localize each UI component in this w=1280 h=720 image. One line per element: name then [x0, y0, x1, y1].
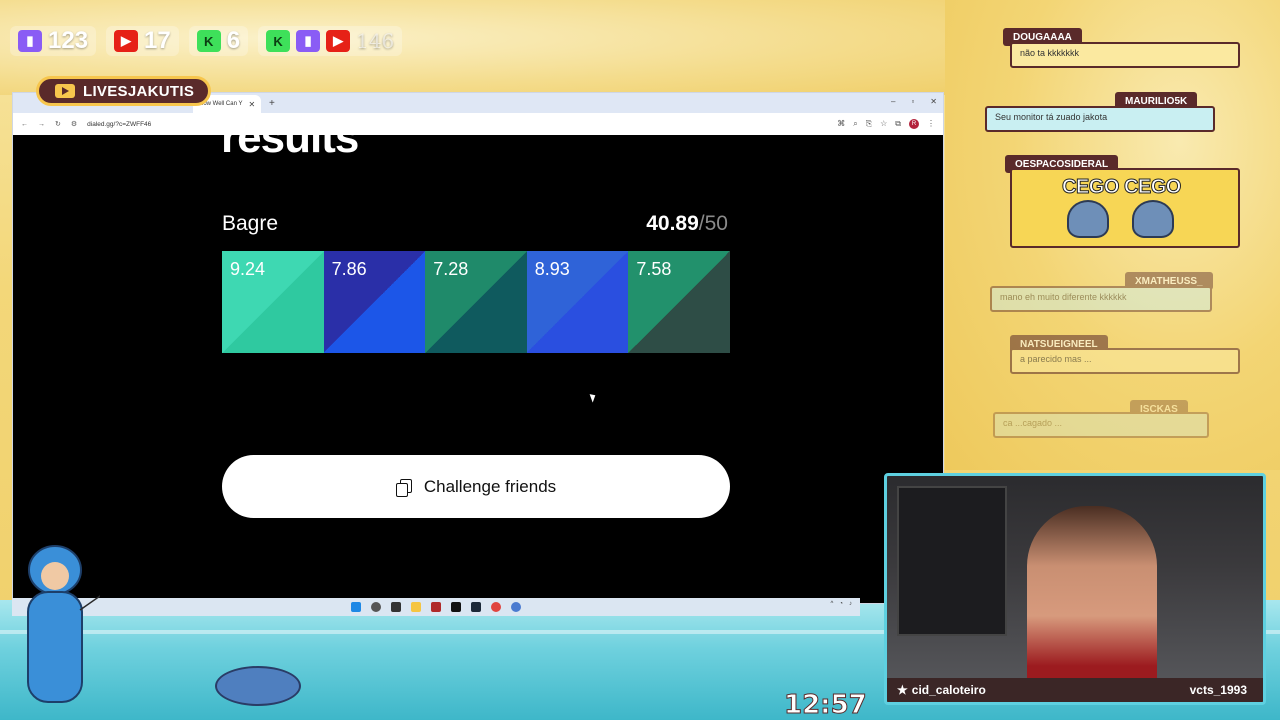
right-name: vcts_1993	[1189, 683, 1247, 697]
webcam-name-bar: ★ cid_caloteiro vcts_1993	[887, 678, 1263, 702]
minimize-button[interactable]: –	[891, 97, 895, 106]
os-taskbar: ^ ◔ ♪	[12, 598, 860, 616]
emote-icon	[1067, 200, 1109, 238]
figure-shelf	[897, 486, 1007, 636]
copy-icon	[395, 478, 412, 497]
toolbar-icons: ⌘ ⌕ ⎘ ☆ ⧉ R ⋮	[837, 119, 935, 129]
youtube-count: 17	[144, 27, 171, 54]
close-tab-icon[interactable]: ✕	[248, 100, 255, 109]
site-info-icon[interactable]: ⚙	[71, 120, 77, 128]
score-max: /50	[698, 212, 728, 235]
live-channel-name: LIVESJAKUTIS	[83, 82, 195, 100]
youtube-icon	[55, 84, 75, 98]
forward-icon[interactable]: →	[38, 121, 45, 128]
emote-icon	[1132, 200, 1174, 238]
zoom-icon[interactable]: ⌕	[853, 119, 857, 129]
twitch-icon: ▮	[296, 30, 321, 52]
twitch-viewers: ▮ 123	[10, 26, 97, 56]
round-score: 7.28	[433, 259, 469, 279]
stream-clock: 12:57	[784, 690, 868, 720]
twitch-count: 123	[48, 27, 89, 54]
task-view-icon[interactable]	[391, 602, 401, 612]
profile-avatar[interactable]: R	[909, 119, 919, 129]
live-channel-badge: LIVESJAKUTIS	[36, 76, 212, 106]
player-name: Bagre	[222, 212, 279, 235]
file-explorer-icon[interactable]	[411, 602, 421, 612]
tiktok-icon[interactable]	[451, 602, 461, 612]
left-name-text: cid_caloteiro	[911, 683, 986, 697]
chat-message: ca ...cagado ...	[993, 412, 1209, 438]
reload-icon[interactable]: ↻	[55, 120, 61, 128]
round-score: 8.93	[534, 259, 570, 279]
score-value: 40.89	[646, 212, 699, 235]
network-icon[interactable]: ◔	[839, 601, 843, 607]
results-page: results Bagre 40.89/50 9.24 7.86 7.28 8.…	[13, 135, 943, 603]
install-icon[interactable]: ⎘	[866, 119, 872, 129]
extensions-icon[interactable]: ⧉	[895, 119, 901, 129]
emote-caption: CEGO CEGO	[1062, 176, 1182, 199]
viewer-stats: ▮ 123 ▶ 17 K 6 K ▮ ▶ 146	[10, 26, 403, 56]
star-icon: ★	[897, 683, 908, 697]
window-controls: – ▫ ✕	[891, 97, 937, 106]
round-tile[interactable]: 9.24	[222, 251, 324, 353]
close-window-button[interactable]: ✕	[930, 97, 937, 106]
round-tile[interactable]: 7.28	[425, 251, 527, 353]
chat-message: a parecido mas ...	[1010, 348, 1240, 374]
youtube-viewers: ▶ 17	[106, 26, 179, 56]
streamer	[1027, 506, 1157, 702]
back-icon[interactable]: ←	[21, 121, 28, 128]
volume-icon[interactable]: ♪	[849, 601, 852, 607]
start-icon[interactable]	[351, 602, 361, 612]
challenge-friends-button[interactable]: Challenge friends	[222, 455, 730, 518]
challenge-label: Challenge friends	[423, 476, 557, 496]
total-score: 40.89/50	[646, 212, 728, 236]
round-tiles: 9.24 7.86 7.28 8.93 7.58	[222, 251, 730, 353]
round-tile[interactable]: 7.58	[628, 251, 730, 353]
kick-viewers: K 6	[188, 26, 249, 56]
kick-icon: K	[266, 30, 291, 52]
menu-dots-icon[interactable]: ⋮	[927, 119, 935, 129]
bookmark-star-icon[interactable]: ☆	[880, 119, 887, 129]
round-tile[interactable]: 7.86	[323, 251, 426, 353]
system-tray: ^ ◔ ♪	[831, 601, 852, 607]
page-title: results	[221, 135, 359, 162]
chat-message: não ta kkkkkkk	[1010, 42, 1240, 68]
translate-icon[interactable]: ⌘	[837, 119, 845, 129]
round-score: 9.24	[230, 259, 266, 279]
mascot-illustration	[0, 539, 181, 720]
app-icon[interactable]	[511, 602, 521, 612]
new-tab-button[interactable]: +	[269, 98, 275, 109]
chrome-icon[interactable]	[491, 602, 501, 612]
browser-window: How Well Can Y ✕ + – ▫ ✕ ← → ↻ ⚙ dialed.…	[12, 92, 944, 604]
chat-message: mano eh muito diferente kkkkkk	[990, 286, 1212, 312]
kick-icon: K	[196, 30, 221, 52]
twitch-icon: ▮	[18, 30, 42, 52]
total-count: 146	[356, 29, 395, 53]
steam-icon[interactable]	[471, 602, 481, 612]
round-score: 7.58	[636, 259, 672, 279]
youtube-icon: ▶	[326, 30, 351, 52]
round-tile[interactable]: 8.93	[526, 251, 629, 353]
chat-message: Seu monitor tá zuado jakota	[985, 106, 1215, 132]
youtube-icon: ▶	[114, 30, 139, 52]
kick-count: 6	[226, 27, 241, 54]
round-score: 7.86	[331, 259, 367, 279]
chat-overlay: DOUGAAAA não ta kkkkkkk MAURILIO5K Seu m…	[985, 0, 1245, 440]
chat-emote-message: CEGO CEGO	[1010, 168, 1240, 248]
left-name: ★ cid_caloteiro	[897, 683, 986, 697]
chevron-up-icon[interactable]: ^	[831, 601, 834, 607]
address-bar: ← → ↻ ⚙ dialed.gg/?c=ZWFF46 ⌘ ⌕ ⎘ ☆ ⧉ R …	[13, 113, 943, 135]
url-field[interactable]: dialed.gg/?c=ZWFF46	[87, 121, 827, 128]
maximize-button[interactable]: ▫	[911, 97, 914, 106]
search-icon[interactable]	[371, 602, 381, 612]
app-icon[interactable]	[431, 602, 441, 612]
total-viewers: K ▮ ▶ 146	[258, 26, 403, 56]
fish-illustration	[215, 666, 301, 706]
webcam-feed: ★ cid_caloteiro vcts_1993	[884, 473, 1266, 705]
